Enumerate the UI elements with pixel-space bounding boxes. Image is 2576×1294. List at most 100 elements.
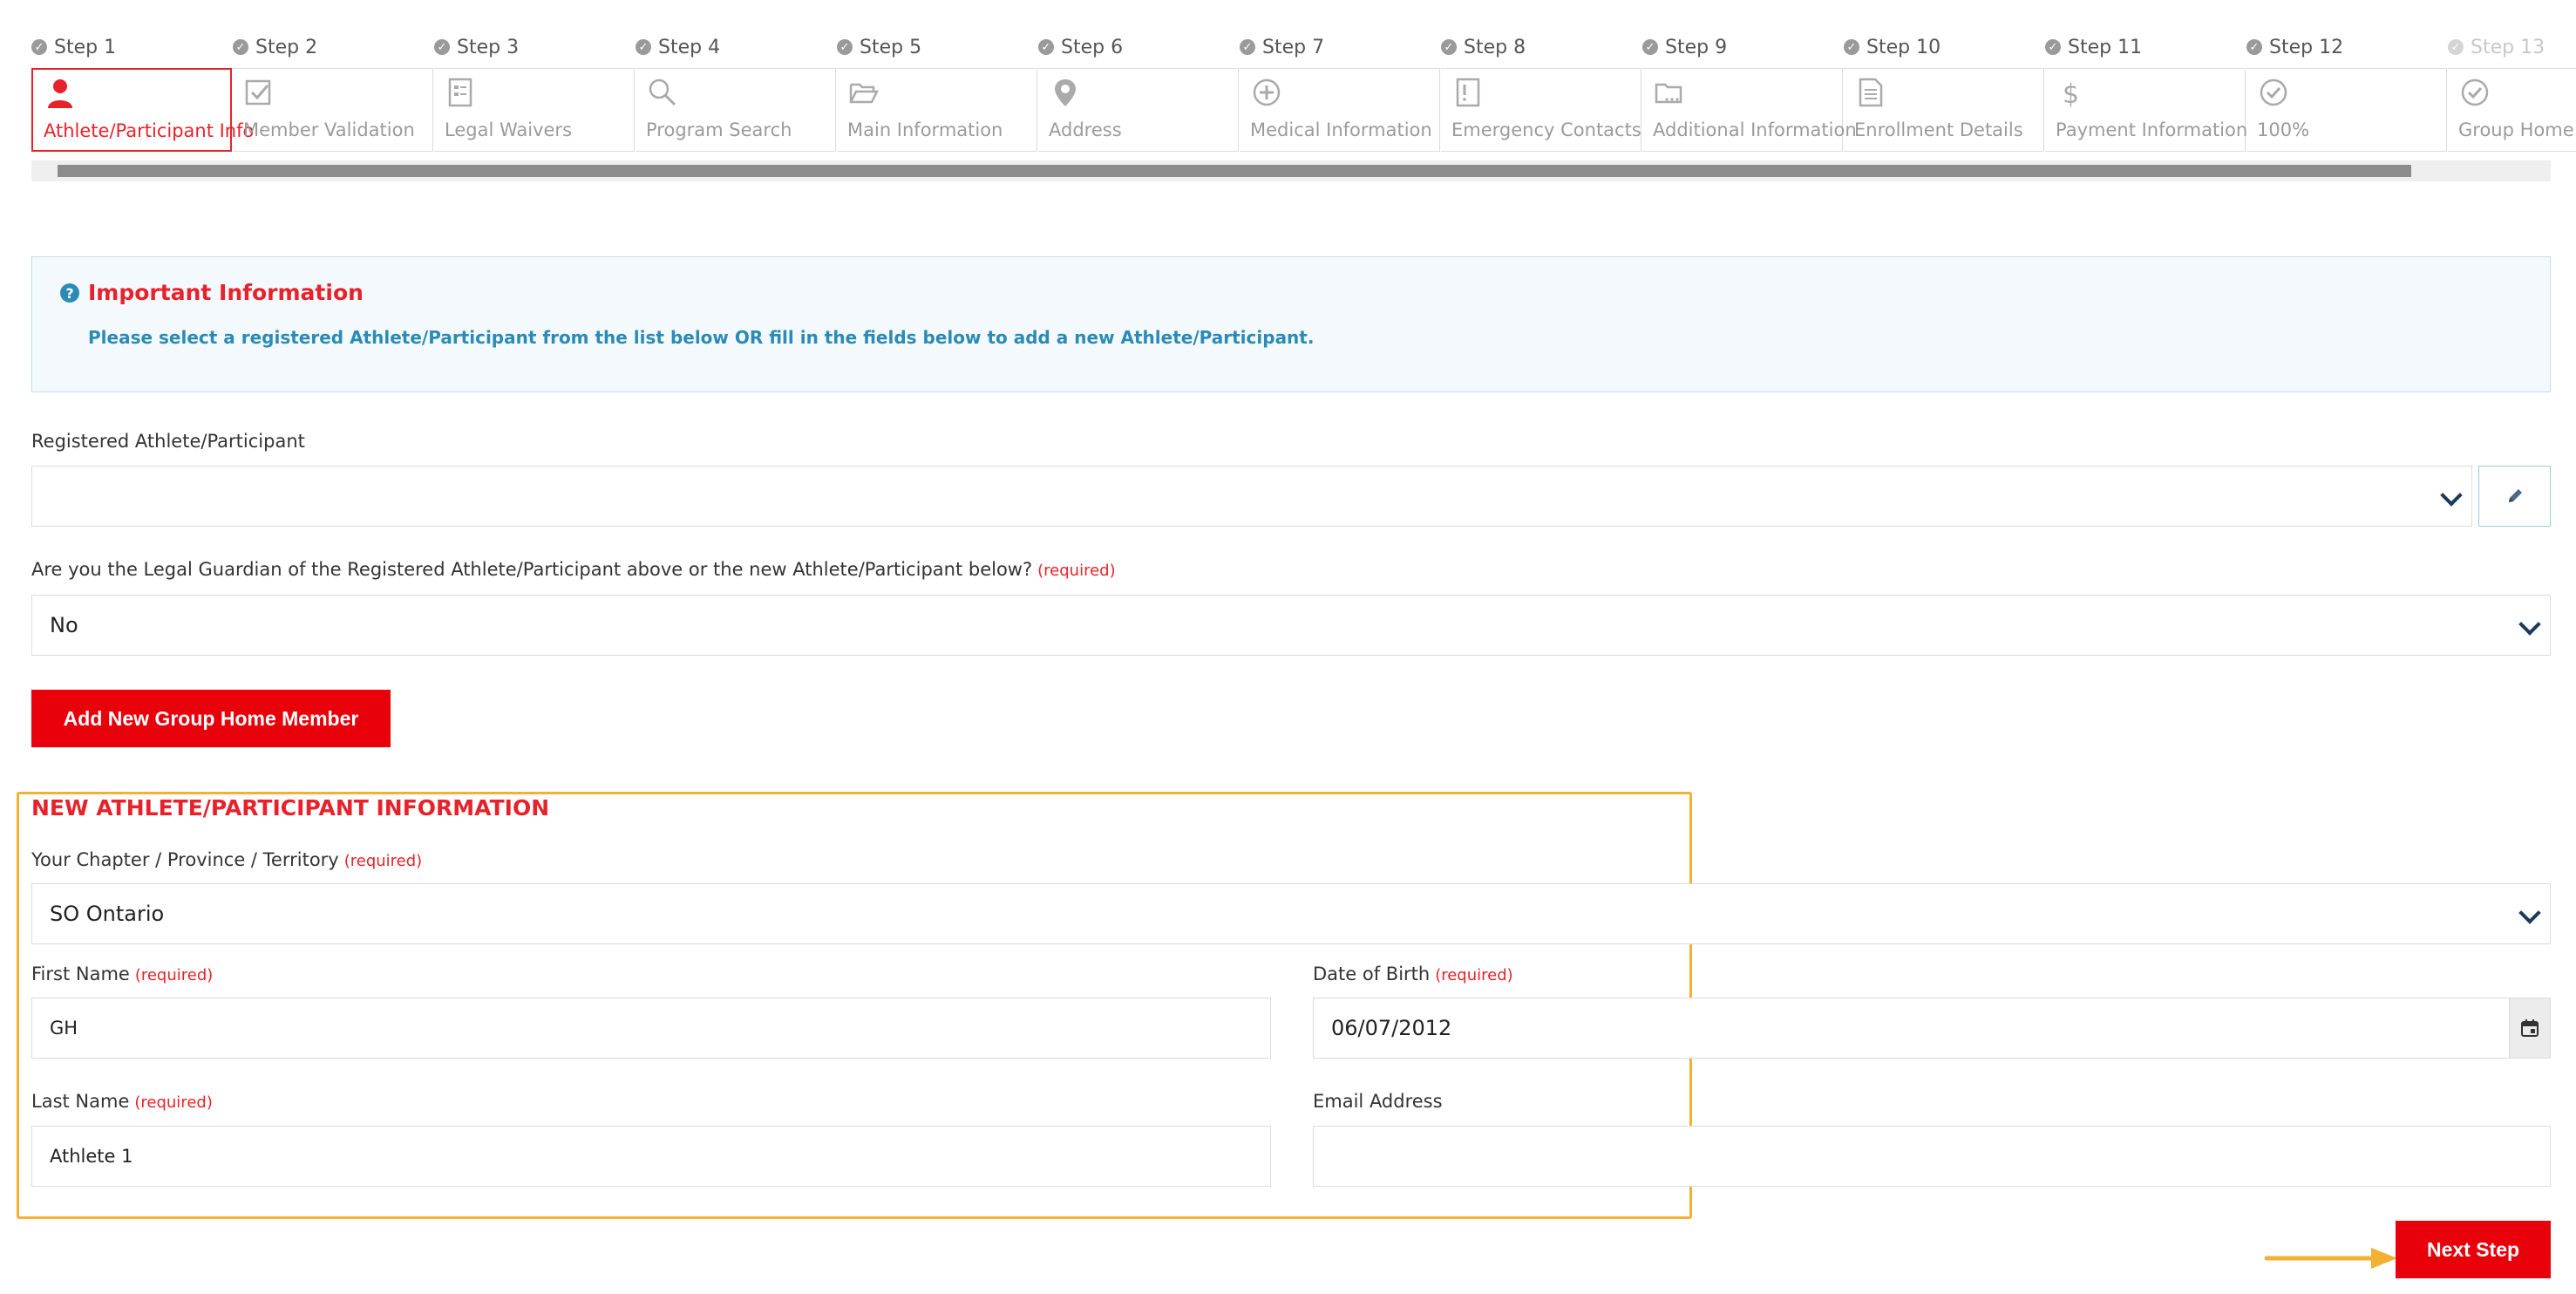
required-marker: (required) — [1037, 562, 1116, 580]
scrollbar-thumb[interactable] — [58, 165, 2411, 177]
step-label: Additional Information — [1653, 119, 1857, 140]
step-tab[interactable]: Address — [1038, 68, 1239, 152]
step-header: ✓ Step 8 — [1441, 31, 1526, 63]
step-tab[interactable]: Member Validation — [233, 68, 433, 152]
step-10[interactable]: ✓ Step 10 Enrollment Details — [1844, 31, 2044, 153]
step-label: Member Validation — [243, 119, 415, 140]
step-number: Step 3 — [457, 36, 520, 58]
person-icon — [44, 77, 77, 110]
step-tab[interactable]: Program Search — [636, 68, 836, 152]
registered-athlete-label: Registered Athlete/Participant — [31, 431, 305, 452]
step-tab[interactable]: Group Home — [2448, 68, 2576, 152]
steps-bar: ✓ Step 1 Athlete/Participant Info ✓ Step 2 Me… — [31, 31, 2576, 153]
pencil-icon — [2508, 489, 2522, 502]
step-9[interactable]: ✓ Step 9 Additional Information — [1642, 31, 1857, 153]
calendar-button[interactable] — [2509, 998, 2550, 1058]
registered-athlete-label-text: Registered Athlete/Participant — [31, 431, 305, 452]
step-2[interactable]: ✓ Step 2 Member Validation — [233, 31, 433, 153]
info-text: Please select a registered Athlete/Parti… — [88, 327, 1315, 348]
step-label: Group Home — [2458, 119, 2574, 140]
step-5[interactable]: ✓ Step 5 Main Information — [837, 31, 1037, 153]
email-label-text: Email Address — [1313, 1091, 1443, 1112]
step-header: ✓ Step 11 — [2045, 31, 2142, 63]
step-label: 100% — [2257, 119, 2310, 140]
map-marker-icon — [1049, 76, 1082, 109]
step-number: Step 8 — [1464, 36, 1526, 58]
info-title: Important Information — [88, 280, 364, 305]
step-header: ✓ Step 12 — [2246, 31, 2343, 63]
step-tab[interactable]: Athlete/Participant Info — [31, 68, 254, 152]
email-field[interactable] — [1313, 1126, 2551, 1187]
step-tab[interactable]: Main Information — [837, 68, 1037, 152]
step-header: ✓ Step 9 — [1642, 31, 1727, 63]
check-icon: ✓ — [1441, 39, 1457, 55]
next-step-button[interactable]: Next Step — [2396, 1221, 2551, 1278]
step-header: ✓ Step 6 — [1038, 31, 1123, 63]
calendar-icon — [2521, 1019, 2539, 1037]
step-header: ✓ Step 2 — [233, 31, 317, 63]
step-label: Address — [1049, 119, 1122, 140]
arrow-pointer-icon — [2264, 1248, 2397, 1269]
step-number: Step 13 — [2471, 36, 2545, 58]
first-name-field[interactable]: GH — [31, 998, 1271, 1059]
step-number: Step 7 — [1262, 36, 1325, 58]
step-label: Enrollment Details — [1854, 119, 2023, 140]
step-tab[interactable]: 100% — [2246, 68, 2447, 152]
chapter-label: Your Chapter / Province / Territory (requ… — [31, 849, 422, 870]
step-label: Emergency Contacts — [1451, 119, 1641, 140]
step-number: Step 4 — [658, 36, 721, 58]
legal-guardian-select[interactable]: No — [31, 595, 2551, 656]
check-icon: ✓ — [1240, 39, 1255, 55]
last-name-field[interactable]: Athlete 1 — [31, 1126, 1271, 1187]
step-header: ✓ Step 10 — [1844, 31, 1940, 63]
step-number: Step 5 — [860, 36, 922, 58]
first-name-label: First Name (required) — [31, 964, 213, 984]
check-icon: ✓ — [837, 39, 853, 55]
step-7[interactable]: ✓ Step 7 Medical Information — [1240, 31, 1440, 153]
important-information-box: ? Important Information Please select a … — [31, 256, 2551, 392]
step-tab[interactable]: $ Payment Information — [2045, 68, 2247, 152]
new-athlete-section-title: NEW ATHLETE/PARTICIPANT INFORMATION — [31, 795, 550, 821]
add-new-group-home-member-button[interactable]: Add New Group Home Member — [31, 690, 391, 747]
step-header: ✓ Step 1 — [31, 31, 116, 63]
step-11[interactable]: ✓ Step 11 $ Payment Information — [2045, 31, 2247, 153]
step-4[interactable]: ✓ Step 4 Program Search — [636, 31, 836, 153]
steps-scrollbar[interactable] — [31, 160, 2551, 181]
guardian-label-text: Are you the Legal Guardian of the Regist… — [31, 559, 1033, 580]
chapter-select[interactable]: SO Ontario — [31, 883, 2551, 944]
registered-athlete-select[interactable] — [31, 466, 2472, 527]
step-header: ✓ Step 3 — [434, 31, 519, 63]
check-icon: ✓ — [434, 39, 450, 55]
checkbox-icon — [243, 76, 276, 109]
legal-guardian-value: No — [50, 613, 78, 637]
document-list-icon — [445, 76, 478, 109]
dob-label-text: Date of Birth — [1313, 964, 1431, 984]
step-number: Step 2 — [255, 36, 318, 58]
check-circle-icon — [2257, 76, 2290, 109]
check-icon: ✓ — [31, 39, 47, 55]
required-marker: (required) — [134, 966, 214, 984]
step-tab[interactable]: Enrollment Details — [1844, 68, 2044, 152]
step-8[interactable]: ✓ Step 8 Emergency Contacts — [1441, 31, 1641, 153]
first-name-label-text: First Name — [31, 964, 130, 984]
step-header: ✓ Step 13 — [2448, 31, 2545, 63]
step-1[interactable]: ✓ Step 1 Athlete/Participant Info — [31, 31, 254, 153]
required-marker: (required) — [1435, 966, 1513, 984]
step-tab[interactable]: Medical Information — [1240, 68, 1440, 152]
edit-athlete-button[interactable] — [2478, 466, 2551, 527]
step-header: ✓ Step 5 — [837, 31, 921, 63]
step-tab[interactable]: Legal Waivers — [434, 68, 635, 152]
step-3[interactable]: ✓ Step 3 Legal Waivers — [434, 31, 635, 153]
svg-text:$: $ — [2063, 79, 2079, 109]
step-13[interactable]: ✓ Step 13 Group Home — [2448, 31, 2576, 153]
check-icon: ✓ — [1038, 39, 1054, 55]
step-tab[interactable]: Additional Information — [1642, 68, 1857, 152]
date-of-birth-field[interactable]: 06/07/2012 — [1313, 998, 2551, 1059]
step-12[interactable]: ✓ Step 12 100% — [2246, 31, 2447, 153]
step-tab[interactable]: Emergency Contacts — [1441, 68, 1641, 152]
step-6[interactable]: ✓ Step 6 Address — [1038, 31, 1239, 153]
required-marker: (required) — [343, 852, 423, 870]
step-label: Medical Information — [1250, 119, 1432, 140]
plus-circle-icon — [1250, 76, 1283, 109]
check-icon: ✓ — [2246, 39, 2262, 55]
